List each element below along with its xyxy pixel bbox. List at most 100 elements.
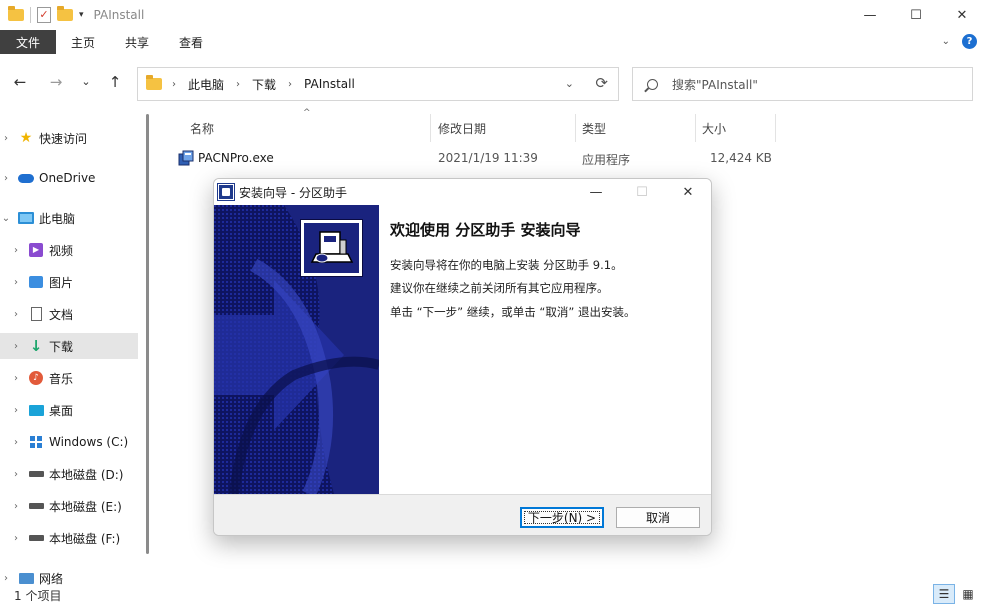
sort-indicator-icon: ^: [303, 108, 311, 118]
recent-locations-button[interactable]: ⌄: [76, 72, 96, 92]
sidebar-scrollbar[interactable]: [146, 114, 149, 554]
music-icon: ♪: [29, 371, 43, 385]
sidebar-label: 图片: [49, 275, 74, 290]
column-header-size[interactable]: 大小: [702, 114, 726, 142]
document-icon: [30, 307, 42, 321]
expand-icon[interactable]: ›: [0, 173, 12, 184]
star-icon: ★: [19, 130, 33, 146]
column-header-modified[interactable]: 修改日期: [438, 114, 486, 142]
expand-icon[interactable]: ›: [0, 573, 12, 584]
refresh-icon[interactable]: ⟳: [595, 74, 608, 92]
partition-assistant-logo: [300, 219, 363, 277]
breadcrumb-separator[interactable]: ›: [172, 79, 176, 90]
folder-icon: [8, 6, 24, 21]
help-icon[interactable]: ?: [962, 34, 977, 49]
column-divider[interactable]: [430, 114, 431, 142]
large-icons-view-button[interactable]: ▦: [957, 584, 979, 604]
wizard-heading: 欢迎使用 分区助手 安装向导: [390, 221, 581, 239]
sidebar-item-drive-c[interactable]: › Windows (C:): [0, 429, 138, 455]
properties-icon[interactable]: ✓: [37, 7, 51, 23]
sidebar-item-documents[interactable]: › 文档: [0, 301, 138, 327]
search-box[interactable]: 搜索"PAInstall": [632, 67, 973, 101]
expand-icon[interactable]: ›: [10, 373, 22, 384]
breadcrumb-downloads[interactable]: 下载: [252, 76, 276, 93]
details-view-button[interactable]: ☰: [933, 584, 955, 604]
column-header-name[interactable]: 名称: [190, 114, 214, 142]
expand-icon[interactable]: ›: [10, 405, 22, 416]
dialog-close-button[interactable]: ✕: [665, 179, 711, 205]
sidebar-label: 下载: [49, 339, 74, 354]
forward-button[interactable]: →: [46, 72, 66, 92]
disk-icon: [28, 471, 44, 477]
column-divider[interactable]: [775, 114, 776, 142]
address-bar[interactable]: › 此电脑 › 下载 › PAInstall ⌄ ⟳: [137, 67, 619, 101]
tab-home[interactable]: 主页: [56, 30, 110, 54]
breadcrumb-this-pc[interactable]: 此电脑: [188, 76, 224, 93]
sidebar-label: 视频: [49, 243, 74, 258]
tab-view[interactable]: 查看: [164, 30, 218, 54]
file-row[interactable]: PACNPro.exe 2021/1/19 11:39 应用程序 12,424 …: [176, 147, 776, 171]
column-header-type[interactable]: 类型: [582, 114, 606, 142]
breadcrumb-separator[interactable]: ›: [236, 79, 240, 90]
wizard-side-banner: [214, 205, 379, 494]
sidebar-item-quick-access[interactable]: › ★ 快速访问: [0, 125, 138, 151]
expand-icon[interactable]: ›: [10, 245, 22, 256]
expand-icon[interactable]: ›: [10, 437, 22, 448]
folder-icon: [146, 75, 162, 90]
sidebar-item-music[interactable]: › ♪ 音乐: [0, 365, 138, 391]
close-button[interactable]: ✕: [939, 0, 985, 30]
network-icon: [18, 572, 34, 584]
windows-drive-icon: [30, 436, 42, 448]
download-icon: ↓: [29, 337, 43, 355]
sidebar-item-drive-e[interactable]: › 本地磁盘 (E:): [0, 493, 138, 519]
file-name[interactable]: PACNPro.exe: [198, 151, 274, 165]
tab-file[interactable]: 文件: [0, 30, 57, 54]
tab-share[interactable]: 共享: [110, 30, 164, 54]
customize-toolbar-icon[interactable]: ▾: [79, 10, 84, 20]
sidebar-item-this-pc[interactable]: ⌄ 此电脑: [0, 205, 138, 231]
column-divider[interactable]: [695, 114, 696, 142]
sidebar-item-onedrive[interactable]: › OneDrive: [0, 165, 138, 191]
sidebar-item-pictures[interactable]: › 图片: [0, 269, 138, 295]
sidebar-item-videos[interactable]: › ▶ 视频: [0, 237, 138, 263]
sidebar-item-drive-d[interactable]: › 本地磁盘 (D:): [0, 461, 138, 487]
file-type: 应用程序: [582, 153, 631, 167]
sidebar-item-downloads[interactable]: › ↓ 下载: [0, 333, 138, 359]
sidebar-label: OneDrive: [39, 171, 96, 185]
up-button[interactable]: ↑: [105, 72, 125, 92]
expand-icon[interactable]: ›: [0, 133, 12, 144]
collapse-icon[interactable]: ⌄: [0, 213, 12, 224]
disk-drive-icon: [310, 231, 353, 263]
address-dropdown-icon[interactable]: ⌄: [565, 77, 574, 90]
back-button[interactable]: ←: [10, 72, 30, 92]
expand-icon[interactable]: ›: [10, 277, 22, 288]
dialog-minimize-button[interactable]: —: [573, 179, 619, 205]
desktop-icon: [28, 404, 44, 416]
expand-icon[interactable]: ›: [10, 341, 22, 352]
expand-icon[interactable]: ›: [10, 309, 22, 320]
sidebar-item-desktop[interactable]: › 桌面: [0, 397, 138, 423]
sidebar-item-drive-f[interactable]: › 本地磁盘 (F:): [0, 525, 138, 551]
status-bar: 1 个项目 ☰ ▦: [0, 584, 985, 606]
new-folder-icon[interactable]: [57, 6, 73, 21]
breadcrumb-painstall[interactable]: PAInstall: [304, 77, 355, 91]
next-button[interactable]: 下一步(N) >: [520, 507, 604, 528]
breadcrumb-separator[interactable]: ›: [288, 79, 292, 90]
expand-ribbon-icon[interactable]: ⌄: [942, 36, 950, 47]
window-controls: — ☐ ✕: [847, 0, 985, 30]
column-divider[interactable]: [575, 114, 576, 142]
item-count: 1 个项目: [14, 589, 62, 603]
sidebar-label: 本地磁盘 (D:): [49, 467, 124, 482]
expand-icon[interactable]: ›: [10, 469, 22, 480]
sidebar-label: 文档: [49, 307, 74, 322]
sidebar-label: 音乐: [49, 371, 74, 386]
minimize-button[interactable]: —: [847, 0, 893, 30]
cloud-icon: [18, 173, 34, 183]
dialog-title-bar: 安装向导 - 分区助手 — ☐ ✕: [214, 179, 711, 205]
maximize-button[interactable]: ☐: [893, 0, 939, 30]
sidebar-label: 本地磁盘 (F:): [49, 531, 121, 546]
expand-icon[interactable]: ›: [10, 501, 22, 512]
installer-exe-icon: [178, 150, 194, 166]
cancel-button[interactable]: 取消: [616, 507, 700, 528]
expand-icon[interactable]: ›: [10, 533, 22, 544]
